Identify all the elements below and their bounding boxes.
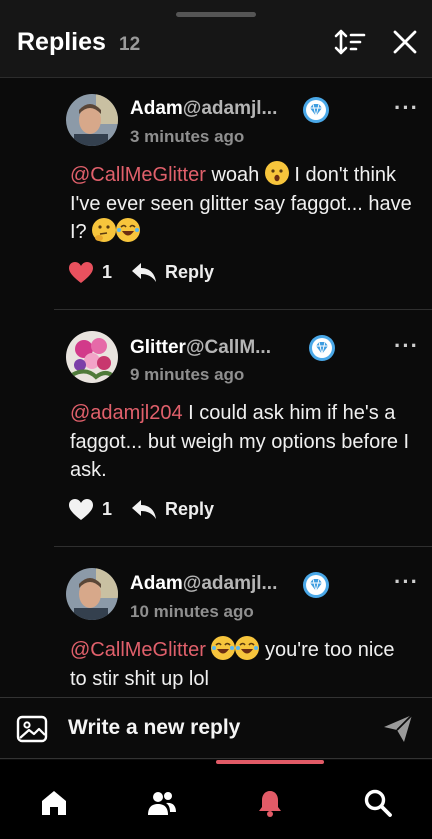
heart-icon[interactable] xyxy=(68,498,94,522)
reply-text: woah xyxy=(205,164,265,186)
replies-sheet: Replies 12 Adam@adamjl... 3 minutes ago … xyxy=(0,0,432,839)
reply-body: @adamjl204 I could ask him if he's a fag… xyxy=(70,399,415,485)
reply-actions: 1 Reply xyxy=(68,259,318,285)
replies-header: Replies 12 xyxy=(0,0,432,78)
reply-item: Glitter@CallM... 9 minutes ago ··· @adam… xyxy=(54,316,432,546)
timestamp: 3 minutes ago xyxy=(130,127,245,146)
reply-divider xyxy=(54,546,432,547)
mention-link[interactable]: @adamjl204 xyxy=(70,402,183,424)
reply-item: Adam@adamjl... 3 minutes ago ··· @CallMe… xyxy=(54,79,432,309)
author-handle[interactable]: @adamjl... xyxy=(183,573,278,594)
laughing-emoji-icon xyxy=(235,636,260,660)
send-icon[interactable] xyxy=(382,712,414,744)
author-name[interactable]: Adam xyxy=(130,98,183,119)
laughing-emoji-icon xyxy=(116,218,141,242)
replies-feed[interactable]: Adam@adamjl... 3 minutes ago ··· @CallMe… xyxy=(0,79,432,697)
avatar[interactable] xyxy=(66,331,118,383)
like-count: 1 xyxy=(102,262,113,282)
reply-body: @CallMeGlitter you're too nice to stir s… xyxy=(70,636,415,693)
author-line[interactable]: Glitter@CallM... xyxy=(130,337,271,359)
people-icon[interactable] xyxy=(147,788,177,818)
author-line[interactable]: Adam@adamjl... xyxy=(130,98,277,120)
avatar[interactable] xyxy=(66,568,118,620)
reply-button[interactable]: Reply xyxy=(165,262,214,283)
diamond-badge-icon xyxy=(309,335,335,361)
reply-arrow-icon[interactable] xyxy=(130,497,158,521)
image-icon[interactable] xyxy=(16,715,48,743)
like-count: 1 xyxy=(102,499,113,519)
author-name[interactable]: Glitter xyxy=(130,337,186,358)
diamond-badge-icon xyxy=(303,97,329,123)
home-icon[interactable] xyxy=(39,788,69,818)
reply-item: Adam@adamjl... 10 minutes ago ··· @CallM… xyxy=(54,553,432,697)
close-icon[interactable] xyxy=(390,28,420,56)
reply-actions: 1 Reply xyxy=(68,496,318,522)
author-handle[interactable]: @CallM... xyxy=(186,337,271,358)
page-title: Replies xyxy=(17,28,106,56)
sheet-grabber[interactable] xyxy=(176,12,256,17)
author-line[interactable]: Adam@adamjl... xyxy=(130,573,277,595)
sort-icon[interactable] xyxy=(334,28,366,56)
laughing-emoji-icon xyxy=(211,636,236,660)
avatar[interactable] xyxy=(66,94,118,146)
reply-body: @CallMeGlitter woah I don't think I've e… xyxy=(70,161,415,247)
reply-composer[interactable]: Write a new reply xyxy=(0,697,432,759)
more-options-icon[interactable]: ··· xyxy=(394,333,419,359)
more-options-icon[interactable]: ··· xyxy=(394,569,419,595)
bottom-tab-bar xyxy=(0,760,432,839)
bell-icon[interactable] xyxy=(255,788,285,818)
diamond-badge-icon xyxy=(303,572,329,598)
active-tab-indicator xyxy=(216,760,324,764)
reply-button[interactable]: Reply xyxy=(165,499,214,520)
author-name[interactable]: Adam xyxy=(130,573,183,594)
reply-divider xyxy=(54,309,432,310)
thinking-emoji-icon xyxy=(92,218,117,242)
heart-icon[interactable] xyxy=(68,261,94,285)
timestamp: 9 minutes ago xyxy=(130,365,245,384)
replies-count: 12 xyxy=(119,34,141,55)
surprised-emoji-icon xyxy=(264,161,289,185)
mention-link[interactable]: @CallMeGlitter xyxy=(70,639,206,661)
timestamp: 10 minutes ago xyxy=(130,602,254,621)
author-handle[interactable]: @adamjl... xyxy=(183,98,278,119)
more-options-icon[interactable]: ··· xyxy=(394,95,419,121)
reply-input[interactable]: Write a new reply xyxy=(68,716,240,740)
search-icon[interactable] xyxy=(363,788,393,818)
mention-link[interactable]: @CallMeGlitter xyxy=(70,164,206,186)
reply-arrow-icon[interactable] xyxy=(130,260,158,284)
